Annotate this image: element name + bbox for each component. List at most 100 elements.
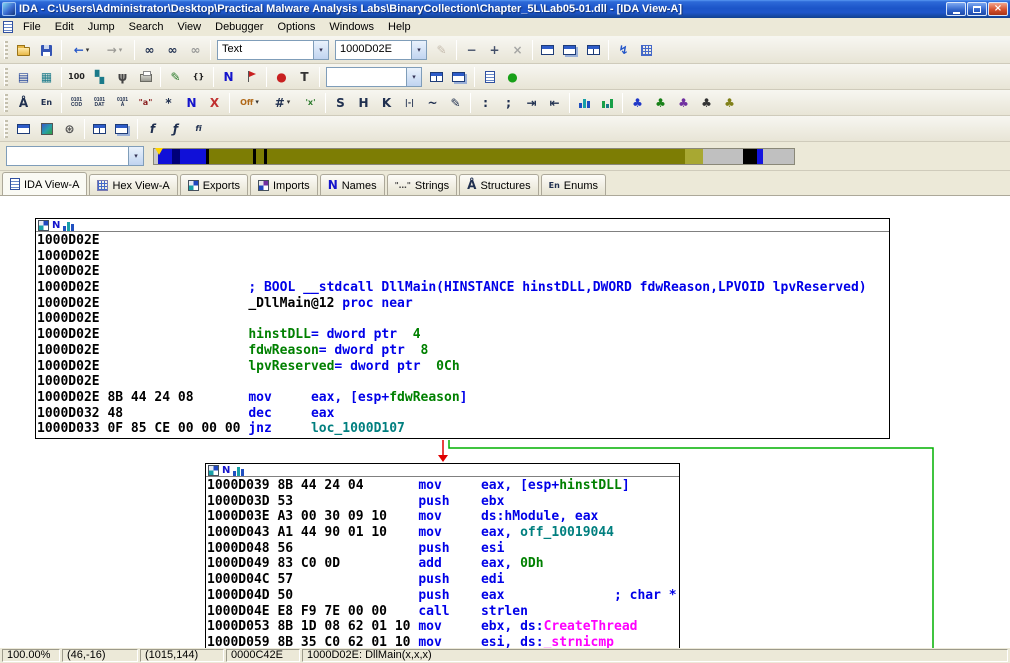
node-view-icon[interactable]	[38, 220, 49, 231]
restore-button[interactable]	[967, 2, 987, 16]
offset-icon[interactable]: Off▾	[233, 92, 266, 113]
make-data-icon[interactable]: 0101DAT	[88, 92, 111, 113]
asm-line[interactable]: 1000D02E	[37, 374, 888, 390]
graph-view-icon[interactable]: ▦	[35, 66, 58, 87]
make-code-icon[interactable]: 0101COD	[65, 92, 88, 113]
tab-exports[interactable]: Exports	[180, 174, 248, 195]
asm-line[interactable]: 1000D02E _DllMain@12 proc near	[37, 296, 888, 312]
anterior-icon[interactable]: ~	[421, 92, 444, 113]
graph-purple-icon[interactable]: ♣	[672, 92, 695, 113]
menu-search[interactable]: Search	[122, 19, 171, 35]
node-2[interactable]: N1000D039 8B 44 24 04 mov eax, [esp+hins…	[205, 463, 680, 648]
structures-icon[interactable]: Å	[12, 92, 35, 113]
tab-enums[interactable]: EnEnums	[541, 174, 606, 195]
navband-segment[interactable]	[703, 149, 743, 164]
navband[interactable]	[153, 148, 795, 165]
flag-icon[interactable]	[240, 66, 263, 87]
trace-icon[interactable]: T	[293, 66, 316, 87]
toolbar-grip[interactable]	[4, 94, 8, 112]
flow-chart-icon[interactable]: ▚	[88, 66, 111, 87]
process-combo-arrow[interactable]: ▾	[406, 68, 421, 86]
desktop-icon[interactable]	[12, 118, 35, 139]
asm-line[interactable]: 1000D048 56 push esi	[207, 541, 678, 557]
menu-jump[interactable]: Jump	[81, 19, 122, 35]
search-scope-combo[interactable]: Text▾	[217, 40, 329, 60]
navband-segment[interactable]	[209, 149, 253, 164]
run-icon[interactable]: ●	[501, 66, 524, 87]
graph-green-icon[interactable]: ♣	[649, 92, 672, 113]
chart-overview-icon[interactable]	[596, 92, 619, 113]
graph-dark-icon[interactable]: ♣	[695, 92, 718, 113]
search-icon[interactable]: ∞	[138, 40, 161, 61]
name-combo-arrow[interactable]: ▾	[128, 147, 143, 165]
menu-help[interactable]: Help	[381, 19, 418, 35]
asm-line[interactable]: 1000D02E hinstDLL= dword ptr 4	[37, 327, 888, 343]
toolbar-grip[interactable]	[4, 68, 8, 86]
const-icon[interactable]: K	[375, 92, 398, 113]
tab-strings[interactable]: "…"Strings	[387, 174, 458, 195]
asm-line[interactable]: 1000D053 8B 1D 08 62 01 10 mov ebx, ds:C…	[207, 619, 678, 635]
chart-column-icon[interactable]	[573, 92, 596, 113]
window-tile-icon[interactable]	[425, 66, 448, 87]
asm-line[interactable]: 1000D03D 53 push ebx	[207, 494, 678, 510]
stack-icon[interactable]: S	[329, 92, 352, 113]
make-struct-icon[interactable]: 0101Å	[111, 92, 134, 113]
flowchart-icon[interactable]: ↯	[612, 40, 635, 61]
tab-names[interactable]: NNames	[320, 174, 385, 195]
new-window-icon[interactable]	[536, 40, 559, 61]
menu-options[interactable]: Options	[270, 19, 322, 35]
toolbar-grip[interactable]	[4, 41, 8, 59]
navband-segment[interactable]	[743, 149, 757, 164]
tab-ida-view-a[interactable]: IDA View-A	[2, 172, 87, 195]
app-icon[interactable]	[2, 2, 16, 16]
mdi-child-icon[interactable]	[3, 21, 13, 33]
navband-segment[interactable]	[763, 149, 794, 164]
tab-imports[interactable]: Imports	[250, 174, 318, 195]
plus-icon[interactable]: +	[483, 40, 506, 61]
address-combo-arrow[interactable]: ▾	[411, 41, 426, 59]
search-scope-combo-arrow[interactable]: ▾	[313, 41, 328, 59]
close-button[interactable]: ×	[988, 2, 1008, 16]
hide-icon[interactable]: H	[352, 92, 375, 113]
menu-windows[interactable]: Windows	[322, 19, 381, 35]
rename-icon[interactable]: N	[180, 92, 203, 113]
back-icon-dropdown[interactable]: ▾	[86, 47, 90, 54]
function-fn-icon[interactable]: ƒ	[164, 118, 187, 139]
table-view-icon[interactable]	[635, 40, 658, 61]
print-icon[interactable]	[134, 66, 157, 87]
function-fi-icon[interactable]: fi	[187, 118, 210, 139]
function-f-icon[interactable]: f	[141, 118, 164, 139]
names-window-icon[interactable]: N	[217, 66, 240, 87]
asm-line[interactable]: 1000D02E	[37, 249, 888, 265]
call-graph-icon[interactable]: ψ	[111, 66, 134, 87]
number-icon-dropdown[interactable]: ▾	[287, 99, 291, 106]
offset-icon-dropdown[interactable]: ▾	[255, 99, 259, 106]
search-bytes-icon[interactable]: ∞	[184, 40, 207, 61]
script-icon[interactable]: ✎	[164, 66, 187, 87]
minus-icon[interactable]: −	[460, 40, 483, 61]
window-pair-icon[interactable]	[111, 118, 134, 139]
highlight-icon[interactable]: ✎	[430, 40, 453, 61]
colon-icon[interactable]: :	[474, 92, 497, 113]
back-icon[interactable]: ←▾	[65, 40, 98, 61]
bitfield-icon[interactable]: |-|	[398, 92, 421, 113]
window-split-icon[interactable]	[88, 118, 111, 139]
gear-icon[interactable]: ⊛	[58, 118, 81, 139]
navband-segment[interactable]	[267, 149, 685, 164]
cascade-windows-icon[interactable]	[559, 40, 582, 61]
asm-line[interactable]: 1000D032 48 dec eax	[37, 406, 888, 422]
node-1[interactable]: N1000D02E1000D02E1000D02E1000D02E ; BOOL…	[35, 218, 890, 439]
menu-edit[interactable]: Edit	[48, 19, 81, 35]
menu-debugger[interactable]: Debugger	[208, 19, 270, 35]
tile-windows-icon[interactable]	[582, 40, 605, 61]
asm-line[interactable]: 1000D02E	[37, 233, 888, 249]
string-literal-icon[interactable]: "a"	[134, 92, 157, 113]
process-combo[interactable]: ▾	[326, 67, 422, 87]
asm-line[interactable]: 1000D049 83 C0 0D add eax, 0Dh	[207, 556, 678, 572]
breakpoint-icon[interactable]: ●	[270, 66, 293, 87]
zoom-100-icon[interactable]: 100	[65, 66, 88, 87]
address-combo[interactable]: 1000D02E▾	[335, 40, 427, 60]
tab-structures[interactable]: ÅStructures	[459, 174, 538, 195]
window-cascade-icon[interactable]	[448, 66, 471, 87]
minimize-button[interactable]	[946, 2, 966, 16]
